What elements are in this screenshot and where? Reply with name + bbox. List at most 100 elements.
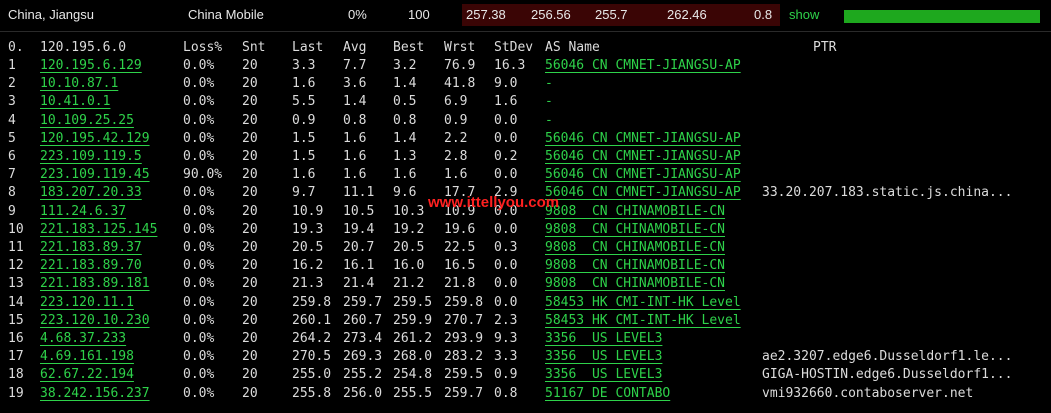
hop-best: 19.2	[393, 221, 425, 237]
header-stdev: StDev	[494, 40, 534, 55]
hop-as-link[interactable]: 9808 CN CHINAMOBILE-CN	[545, 240, 725, 255]
hop-as-link[interactable]: 56046 CN CMNET-JIANGSU-AP	[545, 58, 741, 73]
hop-avg: 259.7	[343, 294, 383, 310]
mtr-output: 0. 120.195.6.0 Loss% Snt Last Avg Best W…	[0, 32, 1051, 413]
hop-as-link[interactable]: 58453 HK CMI-INT-HK Level	[545, 295, 741, 310]
hop-host-link[interactable]: 111.24.6.37	[40, 204, 126, 219]
hop-loss: 0.0%	[183, 312, 215, 328]
hop-host-link[interactable]: 38.242.156.237	[40, 386, 150, 401]
hop-snt: 20	[242, 385, 258, 401]
hop-snt: 20	[242, 276, 258, 292]
summary-avg: 256.56	[531, 7, 571, 22]
hop-host-link[interactable]: 221.183.89.37	[40, 240, 142, 255]
hop-as-link[interactable]: 9808 CN CHINAMOBILE-CN	[545, 204, 725, 219]
hop-as-link[interactable]: 56046 CN CMNET-JIANGSU-AP	[545, 167, 741, 182]
hop-loss: 0.0%	[183, 221, 215, 237]
header-last: Last	[292, 40, 324, 55]
hop-wrst: 16.5	[444, 258, 476, 274]
hop-snt: 20	[242, 112, 258, 128]
hop-number: 14	[8, 294, 24, 310]
hop-stdev: 0.0	[494, 130, 518, 146]
hop-number: 5	[8, 130, 16, 146]
hop-as-link[interactable]: 3356 US LEVEL3	[545, 367, 662, 382]
hop-avg: 273.4	[343, 331, 383, 346]
hop-host-link[interactable]: 4.68.37.233	[40, 331, 126, 346]
hop-stdev: 0.0	[494, 167, 518, 183]
hop-host-link[interactable]: 120.195.6.129	[40, 58, 142, 73]
hop-stdev: 16.3	[494, 58, 526, 73]
hop-stdev: 0.2	[494, 149, 518, 164]
hop-stdev: 0.0	[494, 276, 518, 292]
hop-best: 0.5	[393, 94, 417, 110]
hop-as-link[interactable]: 56046 CN CMNET-JIANGSU-AP	[545, 149, 741, 164]
hop-last: 16.2	[292, 258, 324, 274]
hop-host-link[interactable]: 223.109.119.45	[40, 167, 150, 182]
hop-host-link[interactable]: 10.10.87.1	[40, 76, 118, 91]
hop-host-link[interactable]: 221.183.89.181	[40, 276, 150, 291]
hop-as-link[interactable]: 3356 US LEVEL3	[545, 331, 662, 346]
summary-sent: 100	[408, 7, 430, 22]
hop-as-link[interactable]: 3356 US LEVEL3	[545, 349, 662, 364]
hop-stdev: 0.8	[494, 385, 518, 401]
hop-loss: 0.0%	[183, 349, 215, 365]
hop-as-link[interactable]: 56046 CN CMNET-JIANGSU-AP	[545, 185, 741, 200]
hop-host-link[interactable]: 223.109.119.5	[40, 149, 142, 164]
hop-stdev: 0.3	[494, 240, 518, 255]
hop-last: 255.8	[292, 385, 332, 401]
hop-number: 3	[8, 94, 16, 110]
hop-last: 5.5	[292, 94, 316, 110]
hop-wrst: 41.8	[444, 76, 476, 92]
hop-as-link[interactable]: 58453 HK CMI-INT-HK Level	[545, 313, 741, 328]
hop-number: 18	[8, 367, 24, 383]
hop-loss: 0.0%	[183, 367, 215, 383]
hop-host-link[interactable]: 221.183.125.145	[40, 222, 157, 237]
hop-loss: 0.0%	[183, 94, 215, 110]
hop-stdev: 0.0	[494, 258, 518, 274]
hop-number: 8	[8, 185, 16, 201]
hop-ptr: vmi932660.contaboserver.net	[762, 385, 974, 401]
table-row: 17 4.69.161.198 0.0% 20 270.5 269.3 268.0 283.2…	[0, 349, 1051, 367]
hop-host-link[interactable]: 223.120.10.230	[40, 313, 150, 328]
hop-avg: 3.6	[343, 76, 367, 92]
hop-best: 1.6	[393, 167, 417, 183]
hop-as-link[interactable]: 9808 CN CHINAMOBILE-CN	[545, 276, 725, 291]
hop-as-link: -	[545, 112, 553, 128]
hop-host-link[interactable]: 223.120.11.1	[40, 295, 134, 310]
table-row: 12 221.183.89.70 0.0% 20 16.2 16.1 16.0 16.5 0.0…	[0, 258, 1051, 276]
hop-number: 11	[8, 240, 24, 255]
table-row: 7 223.109.119.45 90.0% 20 1.6 1.6 1.6 1.6 0.0 560…	[0, 167, 1051, 185]
hop-number: 9	[8, 203, 16, 219]
hop-snt: 20	[242, 312, 258, 328]
hop-wrst: 293.9	[444, 331, 484, 346]
watermark: www.ittellyou.com	[428, 194, 560, 211]
hop-last: 255.0	[292, 367, 332, 383]
hop-best: 10.3	[393, 203, 425, 219]
hop-as-link[interactable]: 51167 DE CONTABO	[545, 386, 670, 401]
hop-host-link[interactable]: 62.67.22.194	[40, 367, 134, 382]
hop-host-link[interactable]: 10.109.25.25	[40, 113, 134, 128]
hop-host-link[interactable]: 221.183.89.70	[40, 258, 142, 273]
show-button[interactable]: show	[789, 7, 819, 22]
hop-best: 1.4	[393, 130, 417, 146]
hop-host-link[interactable]: 10.41.0.1	[40, 94, 110, 109]
hop-ptr: GIGA-HOSTIN.edge6.Dusseldorf1...	[762, 367, 1013, 383]
hop-loss: 0.0%	[183, 76, 215, 92]
progress-fill	[844, 10, 1040, 23]
hop-host-link[interactable]: 120.195.42.129	[40, 131, 150, 146]
hop-best: 20.5	[393, 240, 425, 255]
hop-ptr: 33.20.207.183.static.js.china...	[762, 185, 1013, 201]
hop-as-link[interactable]: 9808 CN CHINAMOBILE-CN	[545, 258, 725, 273]
table-header: 0. 120.195.6.0 Loss% Snt Last Avg Best W…	[0, 40, 1051, 58]
hop-as-link[interactable]: 56046 CN CMNET-JIANGSU-AP	[545, 131, 741, 146]
hop-loss: 0.0%	[183, 276, 215, 292]
hop-snt: 20	[242, 76, 258, 92]
hop-wrst: 0.9	[444, 112, 468, 128]
hop-as-link[interactable]: 9808 CN CHINAMOBILE-CN	[545, 222, 725, 237]
header-avg: Avg	[343, 40, 367, 55]
hop-host-link[interactable]: 4.69.161.198	[40, 349, 134, 364]
hop-loss: 0.0%	[183, 203, 215, 219]
hop-last: 1.6	[292, 76, 316, 92]
hop-loss: 0.0%	[183, 58, 215, 73]
hop-host-link[interactable]: 183.207.20.33	[40, 185, 142, 200]
hop-best: 16.0	[393, 258, 425, 274]
